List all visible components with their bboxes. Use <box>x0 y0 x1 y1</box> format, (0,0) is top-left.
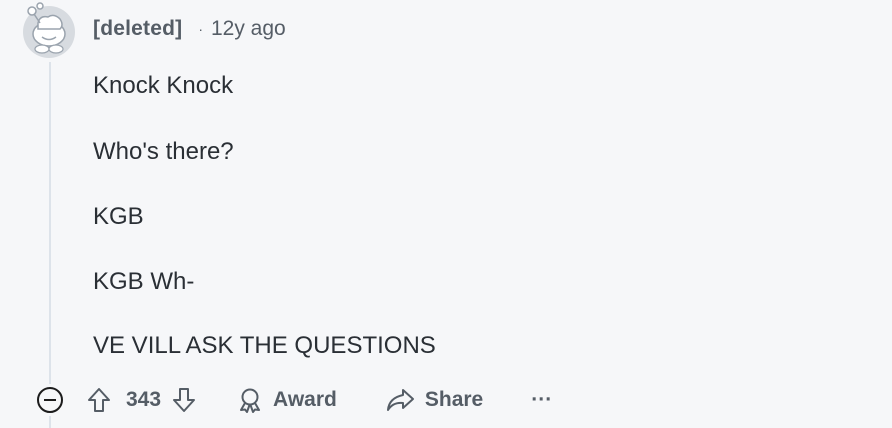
comment-line: Knock Knock <box>93 72 234 99</box>
award-label: Award <box>273 388 337 411</box>
share-label: Share <box>424 388 484 411</box>
downvote-button[interactable] <box>171 386 197 414</box>
collapse-minus-icon <box>37 387 63 413</box>
collapse-thread-button[interactable] <box>36 386 64 414</box>
more-options-button[interactable]: ··· <box>531 388 552 412</box>
thread-line[interactable] <box>49 62 51 384</box>
comment-line: KGB Wh- <box>93 268 195 295</box>
comment-line: Who's there? <box>93 138 234 165</box>
downvote-arrow-icon <box>173 388 196 412</box>
deleted-user-avatar-icon[interactable] <box>20 1 80 59</box>
meta-separator: · <box>198 21 203 37</box>
vote-score: 343 <box>126 388 162 411</box>
comment-timestamp[interactable]: 12y ago <box>211 17 286 41</box>
upvote-button[interactable] <box>86 386 112 414</box>
comment-meta: [deleted] · 12y ago <box>93 15 286 43</box>
thread-line-continuation[interactable] <box>49 416 51 428</box>
comment: [deleted] · 12y ago Knock Knock Who's th… <box>0 0 892 428</box>
more-options-icon: ··· <box>531 388 553 411</box>
award-button[interactable]: Award <box>237 386 337 414</box>
upvote-arrow-icon <box>88 388 110 412</box>
share-button[interactable]: Share <box>385 386 483 414</box>
award-icon <box>240 388 261 413</box>
share-icon <box>386 389 414 411</box>
vote-group: 343 <box>86 386 197 414</box>
comment-line: KGB <box>93 203 144 230</box>
comment-actions: 343 Award Share ··· <box>86 380 552 420</box>
author-name[interactable]: [deleted] <box>93 17 182 41</box>
comment-line: VE VILL ASK THE QUESTIONS <box>93 332 436 359</box>
